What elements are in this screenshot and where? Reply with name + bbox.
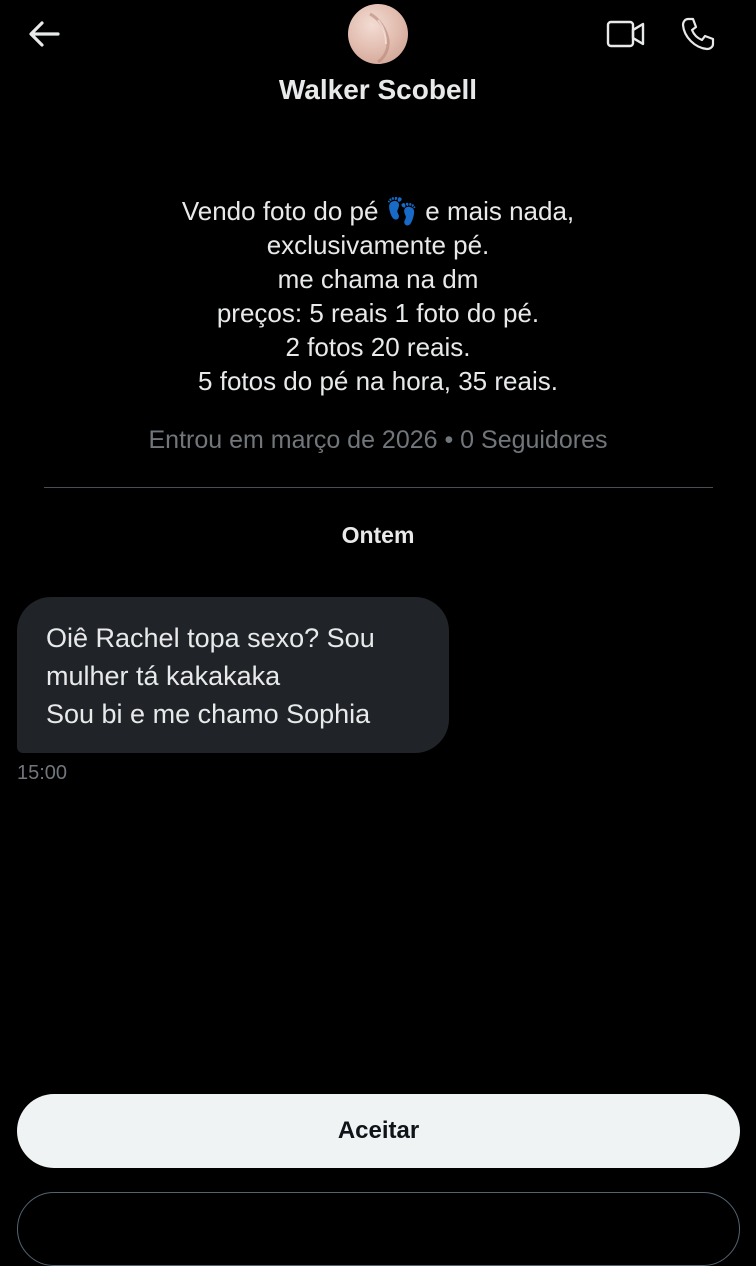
- date-separator: Ontem: [341, 522, 415, 548]
- bio-line: 2 fotos 20 reais.: [285, 332, 471, 362]
- display-name: Walker Scobell: [278, 74, 478, 105]
- arrow-left-icon: [29, 21, 60, 47]
- divider: [44, 487, 713, 488]
- bio-line: 5 fotos do pé na hora, 35 reais.: [198, 366, 558, 396]
- voice-call-button[interactable]: [678, 14, 718, 54]
- avatar[interactable]: [348, 4, 408, 64]
- message-timestamp: 15:00: [17, 762, 68, 784]
- accept-button[interactable]: Aceitar: [17, 1094, 740, 1168]
- bio-line: Vendo foto do pé 👣 e mais nada,: [181, 196, 575, 226]
- profile-meta: Entrou em março de 2026 • 0 Seguidores: [148, 426, 608, 454]
- avatar-image: [369, 12, 390, 64]
- message-line: Oiê Rachel topa sexo? Sou: [46, 623, 375, 653]
- phone-icon: [681, 17, 715, 51]
- back-button[interactable]: [24, 16, 64, 52]
- message-line: Sou bi e me chamo Sophia: [46, 699, 371, 729]
- bio-line: me chama na dm: [277, 264, 479, 294]
- message-line: mulher tá kakakaka: [46, 661, 281, 691]
- conversation-header: Walker Scobell: [0, 0, 756, 120]
- bio-line: preços: 5 reais 1 foto do pé.: [216, 298, 540, 328]
- video-call-button[interactable]: [604, 16, 648, 52]
- secondary-button[interactable]: [17, 1192, 740, 1266]
- bio-line: exclusivamente pé.: [266, 230, 490, 260]
- video-camera-icon: [606, 20, 645, 48]
- profile-bio: Vendo foto do pé 👣 e mais nada, exclusiv…: [40, 194, 716, 398]
- message-bubble[interactable]: Oiê Rachel topa sexo? Sou mulher tá kaka…: [17, 597, 449, 753]
